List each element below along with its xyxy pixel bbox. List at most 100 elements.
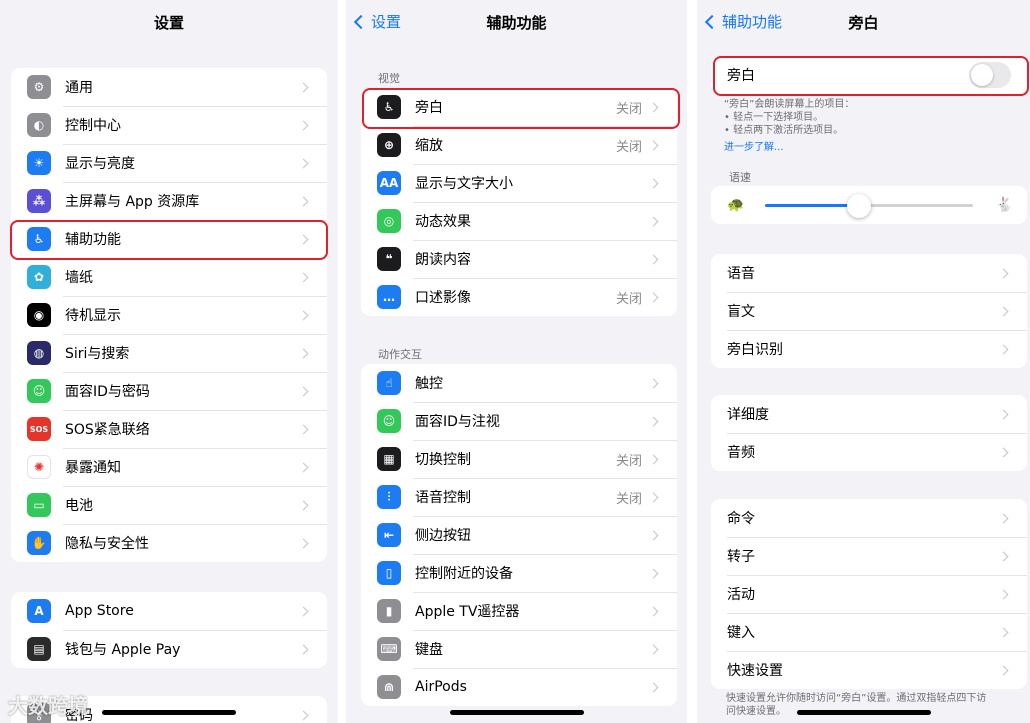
list-item[interactable]: 旁白识别	[711, 330, 1027, 368]
list-item[interactable]: ❝ 朗读内容	[361, 240, 677, 278]
list-item[interactable]: AA 显示与文字大小	[361, 164, 677, 202]
status-value: 关闭	[615, 291, 642, 307]
chevron-right-icon	[648, 568, 659, 578]
home-indicator[interactable]	[450, 710, 584, 715]
chevron-right-icon	[648, 530, 659, 540]
list-item-label: 隐私与安全性	[65, 536, 149, 552]
list-item[interactable]: ⌨ 键盘	[361, 630, 677, 668]
motion-icon: ◎	[377, 209, 401, 233]
speech-rate-slider[interactable]	[765, 194, 973, 218]
chevron-right-icon	[998, 513, 1009, 523]
list-item[interactable]: ✿ 墙纸	[11, 258, 327, 296]
list-item-label: 活动	[727, 587, 755, 603]
list-item[interactable]: ▦ 切换控制 关闭	[361, 440, 677, 478]
list-item-label: AirPods	[415, 679, 467, 695]
description-line: • 轻点一下选择项目。	[724, 112, 824, 123]
hare-icon: 🐇	[995, 197, 1013, 213]
vision-group: ♿ 旁白 关闭 ⊕ 缩放 关闭 AA 显示与文字大小 ◎ 动态效果 ❝ 朗读内容… 口述影像 关闭	[361, 88, 677, 316]
list-item-label: 控制附近的设备	[415, 566, 513, 582]
chevron-right-icon	[648, 292, 659, 302]
list-item[interactable]: 转子	[711, 537, 1027, 575]
list-item-label: 主屏幕与 App 资源库	[65, 194, 200, 210]
list-item-label: 转子	[727, 549, 755, 565]
side-button-icon: ⇤	[377, 523, 401, 547]
list-item[interactable]: ⋒ AirPods	[361, 668, 677, 706]
interaction-group: ☝ 触控 ☺ 面容ID与注视 ▦ 切换控制 关闭 ⫶ 语音控制 关闭 ⇤ 侧边按钮 ▯ 控制附近的设备 ▮ A…	[361, 364, 677, 706]
list-item[interactable]: 语音	[711, 254, 1027, 292]
list-item-label: App Store	[65, 603, 134, 619]
list-item[interactable]: ▮ Apple TV遥控器	[361, 592, 677, 630]
chevron-right-icon	[648, 102, 659, 112]
face-id-icon: ☺	[27, 379, 51, 403]
list-item[interactable]: ⇤ 侧边按钮	[361, 516, 677, 554]
list-item-label: 快速设置	[727, 663, 783, 679]
list-item-label: 动态效果	[415, 214, 471, 230]
switch-control-icon: ▦	[377, 447, 401, 471]
list-item[interactable]: 命令	[711, 499, 1027, 537]
home-indicator[interactable]	[797, 710, 931, 715]
voiceover-toggle-switch[interactable]	[969, 62, 1011, 88]
list-item[interactable]: ◉ 待机显示	[11, 296, 327, 334]
text-size-icon: AA	[377, 171, 401, 195]
list-item[interactable]: ⊕ 缩放 关闭	[361, 126, 677, 164]
list-item[interactable]: 活动	[711, 575, 1027, 613]
chevron-right-icon	[298, 386, 309, 396]
exposure-icon: ✺	[27, 455, 51, 479]
airpods-icon: ⋒	[377, 675, 401, 699]
home-indicator[interactable]	[102, 710, 236, 715]
list-item[interactable]: 键入	[711, 613, 1027, 651]
list-item[interactable]: ♿ 辅助功能	[11, 220, 327, 258]
learn-more-link[interactable]: 进一步了解...	[724, 141, 854, 154]
list-item[interactable]: ✺ 暴露通知	[11, 448, 327, 486]
settings-panel: 设置 ⚙ 通用 ◐ 控制中心 ☀ 显示与亮度 ⁂ 主屏幕与 App 资源库 ♿ 辅助功能 ✿ 墙纸 ◉ 待…	[0, 0, 338, 723]
face-id-attention-icon: ☺	[377, 409, 401, 433]
list-item[interactable]: 盲文	[711, 292, 1027, 330]
wallet-icon: ▤	[27, 637, 51, 661]
voiceover-toggle-row[interactable]: 旁白	[711, 56, 1027, 94]
list-item[interactable]: ▯ 控制附近的设备	[361, 554, 677, 592]
list-item[interactable]: ⚙ 通用	[11, 68, 327, 106]
chevron-right-icon	[298, 310, 309, 320]
chevron-right-icon	[648, 378, 659, 388]
list-item-label: 面容ID与密码	[65, 384, 150, 400]
list-item-label: 口述影像	[415, 290, 471, 306]
list-item-label: 盲文	[727, 304, 755, 320]
list-item[interactable]: ◎ 动态效果	[361, 202, 677, 240]
status-value: 关闭	[615, 453, 642, 469]
chevron-right-icon	[298, 348, 309, 358]
list-item-label: 墙纸	[65, 270, 93, 286]
list-item[interactable]: ✋ 隐私与安全性	[11, 524, 327, 562]
list-item-label: 显示与文字大小	[415, 176, 513, 192]
list-item[interactable]: ◍ Siri与搜索	[11, 334, 327, 372]
list-item[interactable]: 快速设置	[711, 651, 1027, 689]
chevron-right-icon	[298, 234, 309, 244]
list-item[interactable]: A App Store	[11, 592, 327, 630]
list-item-label: 面容ID与注视	[415, 414, 500, 430]
battery-icon: ▭	[27, 493, 51, 517]
slider-thumb[interactable]	[846, 194, 871, 218]
list-item-label: 朗读内容	[415, 252, 471, 268]
chevron-right-icon	[298, 120, 309, 130]
chevron-right-icon	[648, 416, 659, 426]
section-header-vision: 视觉	[378, 72, 400, 85]
list-item[interactable]: ⁂ 主屏幕与 App 资源库	[11, 182, 327, 220]
list-item[interactable]: 音频	[711, 433, 1027, 471]
list-item[interactable]: ♿ 旁白 关闭	[361, 88, 677, 126]
list-item[interactable]: … 口述影像 关闭	[361, 278, 677, 316]
list-item[interactable]: ▤ 钱包与 Apple Pay	[11, 630, 327, 668]
list-item[interactable]: ☝ 触控	[361, 364, 677, 402]
speech-rate-slider-group: 🐢 🐇	[711, 186, 1027, 224]
chevron-right-icon	[648, 178, 659, 188]
list-item[interactable]: ☺ 面容ID与密码	[11, 372, 327, 410]
list-item-label: 语音控制	[415, 490, 471, 506]
list-item[interactable]: ▭ 电池	[11, 486, 327, 524]
chevron-right-icon	[998, 551, 1009, 561]
list-item[interactable]: ◐ 控制中心	[11, 106, 327, 144]
description-line: • 轻点两下激活所选项目。	[724, 125, 844, 136]
list-item[interactable]: ☀ 显示与亮度	[11, 144, 327, 182]
list-item[interactable]: SOS SOS紧急联络	[11, 410, 327, 448]
list-item[interactable]: 详细度	[711, 395, 1027, 433]
list-item-label: 命令	[727, 511, 755, 527]
list-item[interactable]: ⫶ 语音控制 关闭	[361, 478, 677, 516]
list-item[interactable]: ☺ 面容ID与注视	[361, 402, 677, 440]
